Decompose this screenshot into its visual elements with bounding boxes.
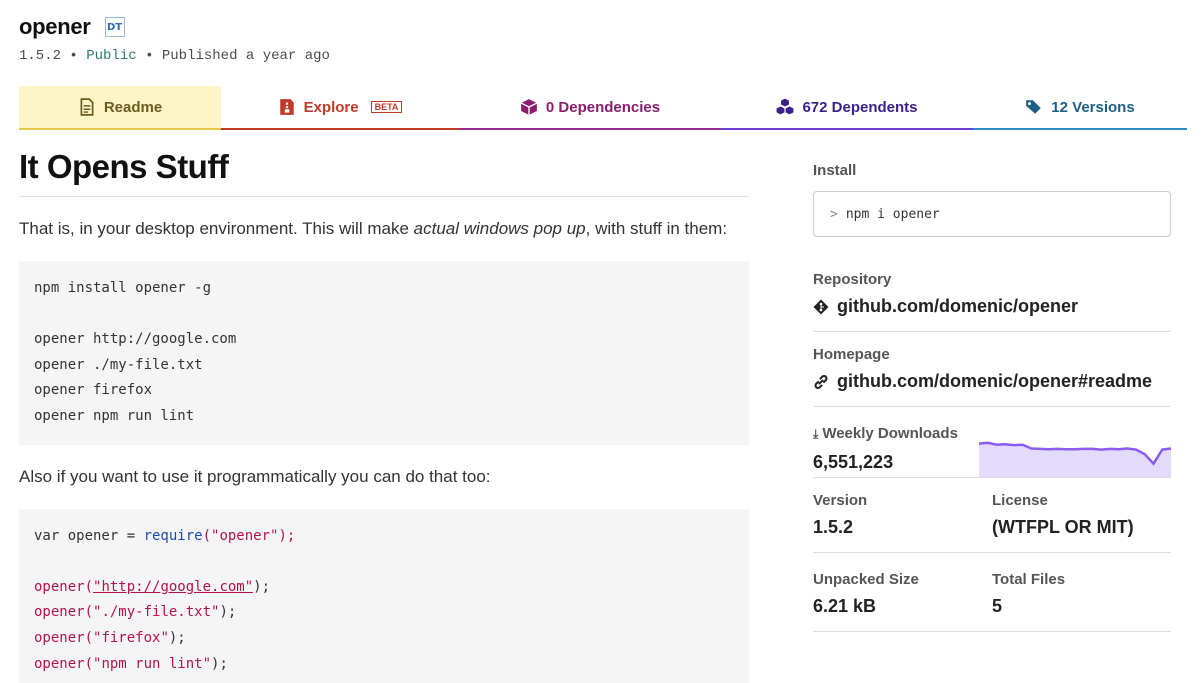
tab-readme-label: Readme (103, 98, 163, 116)
beta-badge: BETA (370, 101, 403, 113)
package-sidebar: Install > npm i opener Repository github… (813, 162, 1171, 632)
code-block-cli: npm install opener -g opener http://googl… (19, 261, 749, 445)
package-published: Published a year ago (161, 48, 330, 64)
cube-icon (520, 99, 538, 115)
readme-para-programmatic: Also if you want to use it programmatica… (19, 466, 491, 486)
readme-content: It Opens Stuff That is, in your desktop … (19, 148, 749, 683)
code-block-js: var opener = require("opener"); opener("h… (19, 508, 749, 683)
downloads-label: ⤓ Weekly Downloads (813, 425, 958, 442)
unpacked-size-value: 6.21 kB (813, 596, 877, 616)
version-license-row: Version 1.5.2 License (WTFPL OR MIT) (813, 478, 1171, 553)
downloads-section: ⤓ Weekly Downloads 6,551,223 (813, 407, 1171, 478)
homepage-label: Homepage (813, 346, 890, 363)
file-archive-icon (279, 99, 294, 115)
package-version: 1.5.2 (19, 48, 62, 64)
version-value: 1.5.2 (813, 517, 854, 537)
homepage-section: Homepage github.com/domenic/opener#readm… (813, 332, 1171, 407)
prompt-icon: > (830, 206, 838, 222)
cubes-icon (777, 98, 794, 115)
install-command: npm i opener (845, 206, 940, 222)
readme-intro: That is, in your desktop environment. Th… (19, 219, 728, 238)
total-files-value: 5 (992, 596, 1003, 616)
download-icon: ⤓ (813, 427, 819, 441)
weekly-downloads-count: 6,551,223 (813, 452, 894, 472)
tab-explore-label: Explore (303, 98, 359, 116)
tags-icon (1026, 100, 1042, 114)
homepage-link[interactable]: github.com/domenic/opener#readme (813, 371, 1171, 392)
package-visibility: Public (86, 48, 137, 64)
install-label: Install (813, 162, 857, 179)
license-label: License (992, 492, 1048, 509)
readme-heading: It Opens Stuff (19, 148, 749, 197)
total-files-label: Total Files (992, 571, 1066, 588)
tab-dependents-label: 672 Dependents (802, 98, 918, 116)
code-link[interactable]: "http://google.com" (93, 579, 253, 595)
tab-dependencies-label: 0 Dependencies (545, 98, 661, 116)
tab-dependents[interactable]: 672 Dependents (721, 86, 973, 130)
tab-versions-label: 12 Versions (1051, 98, 1135, 116)
document-icon (80, 98, 94, 116)
package-name: opener (19, 14, 91, 39)
unpacked-size-label: Unpacked Size (813, 571, 919, 588)
link-icon (814, 374, 828, 389)
size-files-row: Unpacked Size 6.21 kB Total Files 5 (813, 553, 1171, 632)
repository-section: Repository github.com/domenic/opener (813, 263, 1171, 332)
install-section: Install > npm i opener (813, 162, 1171, 263)
tab-explore[interactable]: Explore BETA (221, 86, 459, 130)
downloads-sparkline[interactable] (979, 439, 1171, 477)
tab-dependencies[interactable]: 0 Dependencies (459, 86, 721, 130)
package-header: opener DT 1.5.2 • Public • Published a y… (19, 14, 330, 64)
tab-versions[interactable]: 12 Versions (973, 86, 1187, 130)
typescript-badge[interactable]: DT (104, 17, 125, 37)
install-command-box[interactable]: > npm i opener (813, 191, 1171, 237)
version-label: Version (813, 492, 868, 509)
license-value: (WTFPL OR MIT) (992, 517, 1134, 537)
package-meta: 1.5.2 • Public • Published a year ago (19, 48, 330, 64)
sparkline-area (979, 442, 1171, 477)
git-icon (813, 299, 829, 314)
repository-label: Repository (813, 271, 892, 288)
package-tabs: Readme Explore BETA 0 Dependencies 672 D… (19, 86, 1187, 130)
tab-readme[interactable]: Readme (19, 86, 221, 130)
repository-link[interactable]: github.com/domenic/opener (813, 296, 1171, 317)
